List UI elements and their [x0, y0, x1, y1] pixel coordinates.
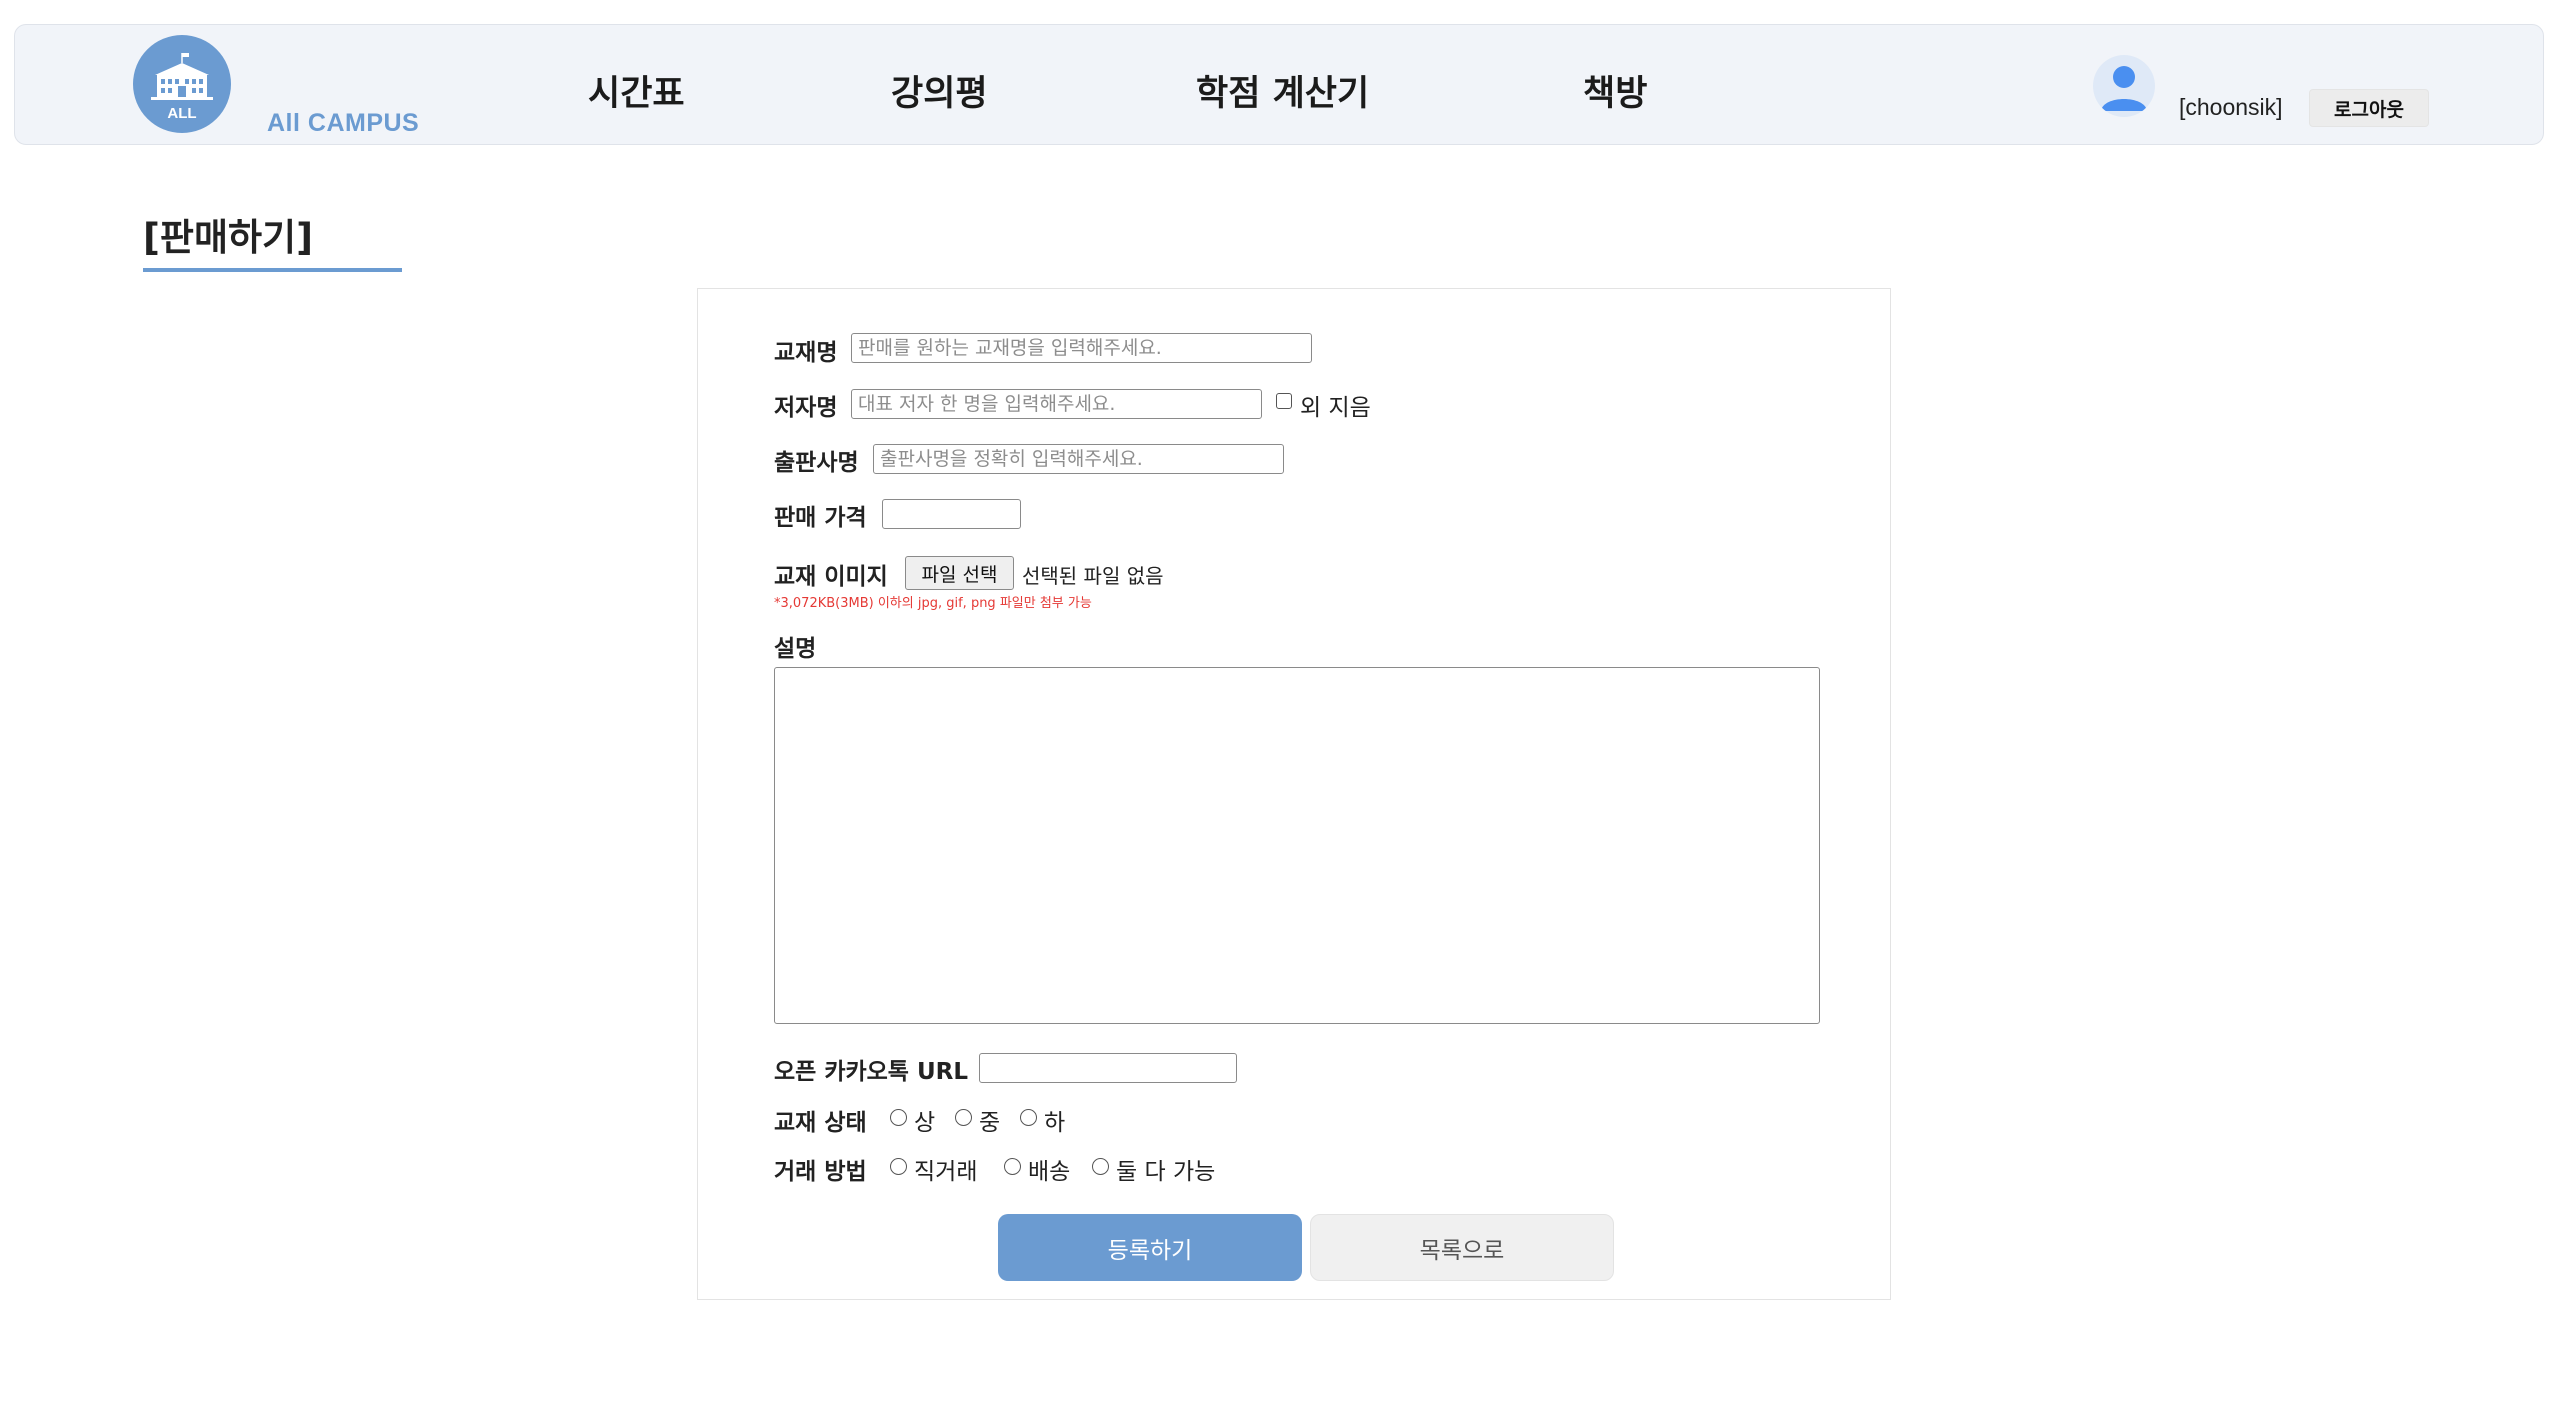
condition-radio-low[interactable]	[1020, 1109, 1037, 1126]
trade-label-delivery: 배송	[1028, 1159, 1071, 1185]
logo-text: ALL	[167, 105, 197, 122]
trade-radio-delivery[interactable]	[1004, 1158, 1021, 1175]
condition-label-high: 상	[914, 1110, 936, 1136]
image-label: 교재 이미지	[774, 564, 888, 590]
file-size-note: *3,072KB(3MB) 이하의 jpg, gif, png 파일만 첨부 가…	[774, 596, 1092, 611]
kakao-url-label: 오픈 카카오톡 URL	[774, 1059, 969, 1085]
brand-name[interactable]: All CAMPUS	[267, 109, 419, 138]
price-label: 판매 가격	[774, 505, 867, 531]
file-status-text: 선택된 파일 없음	[1022, 564, 1164, 588]
trade-radio-direct[interactable]	[890, 1158, 907, 1175]
others-checkbox-label: 외 지음	[1300, 395, 1371, 421]
submit-button[interactable]: 등록하기	[998, 1214, 1302, 1281]
campus-logo[interactable]: ALL	[133, 35, 231, 133]
condition-radio-high[interactable]	[890, 1109, 907, 1126]
user-avatar-icon[interactable]	[2093, 55, 2155, 117]
nav-bookstore[interactable]: 책방	[1583, 65, 1647, 116]
book-name-label: 교재명	[774, 340, 838, 366]
username: [choonsik]	[2179, 94, 2283, 120]
nav-grade-calculator[interactable]: 학점 계산기	[1196, 65, 1369, 116]
trade-method-label: 거래 방법	[774, 1159, 867, 1185]
nav-timetable[interactable]: 시간표	[588, 65, 685, 116]
back-to-list-button[interactable]: 목록으로	[1310, 1214, 1614, 1281]
file-select-button[interactable]: 파일 선택	[905, 556, 1014, 590]
description-textarea[interactable]	[774, 667, 1820, 1024]
condition-radio-mid[interactable]	[955, 1109, 972, 1126]
trade-label-both: 둘 다 가능	[1116, 1159, 1216, 1185]
trade-radio-both[interactable]	[1092, 1158, 1109, 1175]
logout-button[interactable]: 로그아웃	[2309, 89, 2429, 127]
description-label: 설명	[774, 636, 817, 662]
author-label: 저자명	[774, 395, 838, 421]
price-input[interactable]	[882, 499, 1021, 529]
author-input[interactable]	[851, 389, 1262, 419]
page-title: [판매하기]	[143, 216, 313, 259]
book-name-input[interactable]	[851, 333, 1312, 363]
trade-label-direct: 직거래	[914, 1159, 978, 1185]
condition-label-low: 하	[1044, 1110, 1066, 1136]
nav-lecture-review[interactable]: 강의평	[891, 65, 988, 116]
condition-label: 교재 상태	[774, 1110, 867, 1136]
others-checkbox[interactable]	[1276, 393, 1292, 409]
publisher-input[interactable]	[873, 444, 1284, 474]
top-navbar: ALL All CAMPUS 시간표 강의평 학점 계산기 책방 [choons…	[14, 24, 2544, 145]
publisher-label: 출판사명	[774, 450, 859, 476]
kakao-url-input[interactable]	[979, 1053, 1237, 1083]
title-underline	[143, 268, 402, 272]
condition-label-mid: 중	[979, 1110, 1001, 1136]
